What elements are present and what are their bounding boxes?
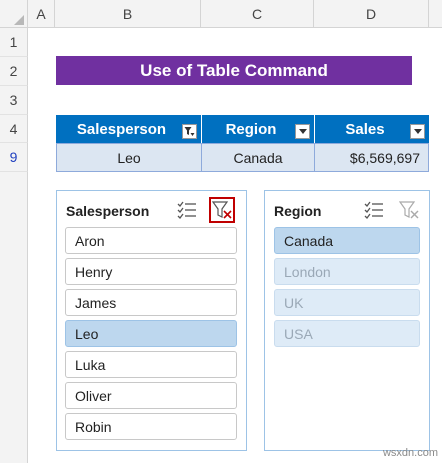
chevron-down-icon: [413, 129, 422, 134]
slicer-item-robin[interactable]: Robin: [65, 413, 237, 440]
clear-filter-icon: [399, 201, 419, 219]
column-header-bar: A B C D: [0, 0, 442, 28]
region-dropdown-button[interactable]: [295, 124, 310, 139]
multi-select-button[interactable]: [174, 197, 200, 223]
table-header-region: Region: [202, 115, 315, 143]
slicer-item-james[interactable]: James: [65, 289, 237, 316]
row-header-9[interactable]: 9: [0, 143, 28, 172]
slicer-item-uk[interactable]: UK: [274, 289, 420, 316]
column-header-d[interactable]: D: [314, 0, 429, 28]
column-header-b[interactable]: B: [55, 0, 201, 28]
clear-filter-icon: [212, 201, 232, 219]
table-header-salesperson: Salesperson: [56, 115, 202, 143]
table-header-sales-label: Sales: [345, 120, 385, 138]
filter-funnel-icon: [184, 127, 195, 136]
row-header-3[interactable]: 3: [0, 86, 28, 115]
row-header-area: [0, 172, 28, 463]
slicer-item-london[interactable]: London: [274, 258, 420, 285]
table-header-sales: Sales: [315, 115, 429, 143]
slicer-item-usa[interactable]: USA: [274, 320, 420, 347]
filter-applied-dropdown-button[interactable]: [182, 124, 197, 139]
region-slicer-title: Region: [274, 203, 322, 219]
watermark: wsxdn.com: [382, 447, 438, 459]
slicer-item-leo[interactable]: Leo: [65, 320, 237, 347]
table-cell-salesperson[interactable]: Leo: [56, 143, 202, 172]
slicer-item-oliver[interactable]: Oliver: [65, 382, 237, 409]
slicer-item-canada[interactable]: Canada: [274, 227, 420, 254]
slicer-item-aron[interactable]: Aron: [65, 227, 237, 254]
slicer-item-luka[interactable]: Luka: [65, 351, 237, 378]
chevron-down-icon: [298, 129, 307, 134]
table-cell-region[interactable]: Canada: [201, 143, 315, 172]
row-header-2[interactable]: 2: [0, 57, 28, 86]
row-header-1[interactable]: 1: [0, 28, 28, 57]
table-header-salesperson-label: Salesperson: [76, 120, 167, 138]
table-header-region-label: Region: [225, 120, 277, 138]
salesperson-slicer-title: Salesperson: [66, 203, 150, 219]
clear-filter-button[interactable]: [396, 197, 422, 223]
column-header-a[interactable]: A: [28, 0, 55, 28]
slicer-item-henry[interactable]: Henry: [65, 258, 237, 285]
page-title: Use of Table Command: [56, 56, 412, 85]
multi-select-icon: [177, 201, 196, 219]
select-all-corner[interactable]: [0, 0, 28, 28]
clear-filter-button[interactable]: [209, 197, 235, 223]
sales-dropdown-button[interactable]: [410, 124, 425, 139]
region-slicer[interactable]: Region Canada London UK USA: [264, 190, 430, 451]
column-header-c[interactable]: C: [201, 0, 314, 28]
table-cell-sales[interactable]: $6,569,697: [314, 143, 429, 172]
multi-select-button[interactable]: [361, 197, 387, 223]
multi-select-icon: [364, 201, 383, 219]
row-header-4[interactable]: 4: [0, 115, 28, 143]
salesperson-slicer[interactable]: Salesperson Aron Henry James Leo Luka Ol…: [56, 190, 247, 451]
